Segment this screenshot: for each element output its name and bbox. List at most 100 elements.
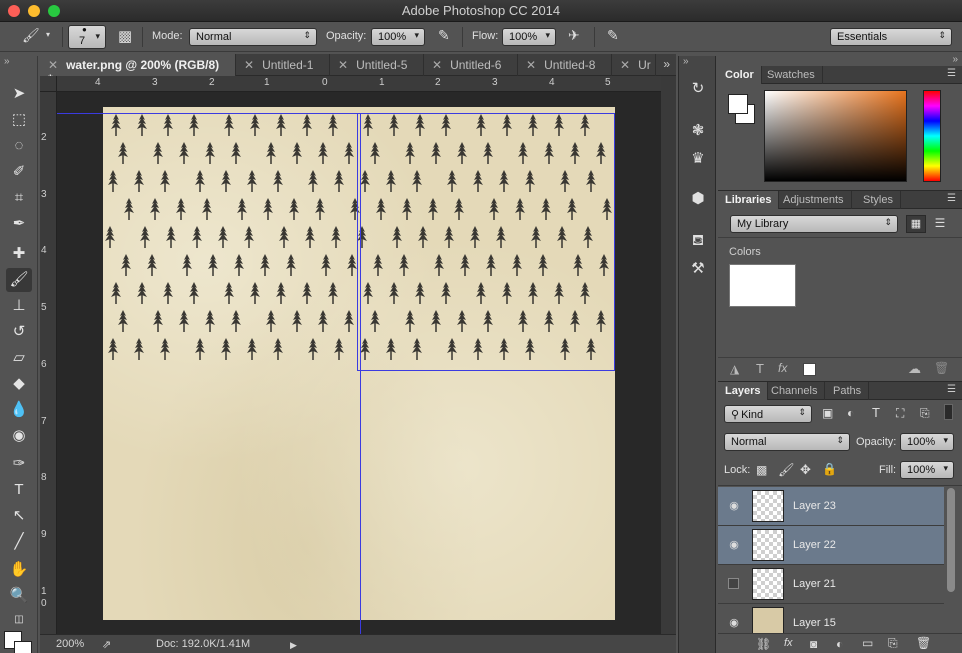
add-mask-icon[interactable]: ◙ (810, 637, 817, 651)
clone-stamp-tool-icon[interactable]: ⊥ (6, 294, 32, 318)
more-tabs-icon[interactable]: » (663, 57, 670, 71)
airbrush-icon[interactable]: ✈ (568, 27, 580, 44)
brush-panel-toggle-icon[interactable]: ▩ (118, 27, 132, 45)
tab-untitled-8[interactable]: ✕ Untitled-8 (518, 54, 612, 76)
pressure-opacity-icon[interactable]: ✎ (438, 27, 450, 44)
tab-layers[interactable]: Layers (718, 382, 769, 400)
healing-brush-tool-icon[interactable]: ✚ (6, 242, 32, 266)
path-selection-tool-icon[interactable]: ↖ (6, 504, 32, 528)
quick-selection-tool-icon[interactable]: ✐ (6, 160, 32, 184)
brush-settings-icon[interactable]: ❃ (687, 120, 709, 142)
move-tool-icon[interactable]: ➤ (6, 82, 32, 106)
brush-tool-preset-icon[interactable]: 🖌 (22, 27, 40, 44)
layer-name[interactable]: Layer 22 (793, 539, 836, 551)
tab-untitled-6[interactable]: ✕ Untitled-6 (424, 54, 518, 76)
tab-water[interactable]: ✕water.png @ 200% (RGB/8) * (40, 54, 236, 86)
tab-channels[interactable]: Channels (764, 382, 826, 400)
tab-untitled-5[interactable]: ✕ Untitled-5 (330, 54, 424, 76)
close-tab-icon[interactable]: ✕ (432, 58, 442, 72)
layer-name[interactable]: Layer 15 (793, 617, 836, 629)
close-tab-icon[interactable]: ✕ (620, 58, 630, 72)
filter-pixel-icon[interactable]: ▣ (822, 406, 833, 420)
filter-smart-object-icon[interactable]: ⎘ (920, 406, 930, 421)
history-icon[interactable]: ↻ (687, 78, 709, 100)
layer-row-layer-21[interactable]: Layer 21 (718, 565, 944, 604)
adjustment-layer-icon[interactable]: ◐ (836, 637, 843, 651)
trash-icon[interactable]: 🗑 (934, 361, 949, 375)
hand-tool-icon[interactable]: ✋ (6, 558, 32, 582)
clone-source-icon[interactable]: ⛾ (687, 230, 709, 252)
status-menu-icon[interactable]: ▶ (290, 640, 297, 651)
library-color-swatch[interactable] (729, 264, 796, 307)
pressure-size-icon[interactable]: ✎ (607, 27, 619, 44)
fill-input[interactable]: 100% ▾ (900, 461, 954, 479)
eraser-tool-icon[interactable]: ▱ (6, 346, 32, 370)
tab-swatches[interactable]: Swatches (760, 66, 823, 84)
layer-row-layer-23[interactable]: ◉ Layer 23 (718, 487, 944, 526)
blur-tool-icon[interactable]: 💧 (6, 398, 32, 422)
lasso-tool-icon[interactable]: ◌ (6, 134, 32, 158)
zoom-tool-icon[interactable]: 🔍 (6, 584, 32, 608)
close-tab-icon[interactable]: ✕ (244, 58, 254, 72)
zoom-level[interactable]: 200% (56, 638, 84, 650)
lock-transparent-icon[interactable]: ▩ (756, 463, 767, 477)
opacity-input[interactable]: 100% ▾ (371, 28, 425, 46)
new-group-icon[interactable]: ▭ (862, 636, 873, 650)
delete-layer-icon[interactable]: 🗑 (916, 636, 931, 650)
layer-style-icon[interactable]: fx (784, 637, 793, 649)
close-tab-icon[interactable]: ✕ (48, 58, 58, 72)
type-tool-icon[interactable]: T (6, 478, 32, 502)
3d-icon[interactable]: ⬢ (687, 188, 709, 210)
blend-mode-select[interactable]: Normal ⇕ (724, 433, 850, 451)
color-field[interactable] (764, 90, 907, 182)
color-fg-swatch[interactable] (728, 94, 748, 114)
horizontal-ruler[interactable]: 4 3 2 1 0 1 2 3 4 5 (57, 76, 661, 92)
add-style-icon[interactable]: fx (778, 361, 787, 375)
visibility-eye-icon[interactable]: ◉ (727, 616, 741, 630)
link-layers-icon[interactable]: ⛓ (756, 637, 771, 651)
dodge-tool-icon[interactable]: ◉ (6, 424, 32, 448)
flow-input[interactable]: 100% ▾ (502, 28, 556, 46)
tab-paths[interactable]: Paths (826, 382, 870, 400)
tab-styles[interactable]: Styles (856, 191, 901, 209)
layers-scrollbar[interactable] (947, 488, 955, 592)
marquee-tool-icon[interactable]: ⬚ (6, 108, 32, 132)
tab-untitled-1[interactable]: ✕ Untitled-1 (236, 54, 330, 76)
list-view-icon[interactable]: ☰ (930, 215, 950, 233)
pen-tool-icon[interactable]: ✑ (6, 452, 32, 476)
grid-view-icon[interactable]: ▦ (906, 215, 926, 233)
hue-slider[interactable] (923, 90, 941, 182)
collapse-toolbar-icon[interactable]: » (4, 56, 10, 67)
eyedropper-tool-icon[interactable]: ✒ (6, 212, 32, 236)
paint-bucket-tool-icon[interactable]: ◆ (6, 372, 32, 396)
library-select[interactable]: My Library ⇕ (730, 215, 898, 233)
line-tool-icon[interactable]: ╱ (6, 530, 32, 554)
filter-shape-icon[interactable]: ⛶ (896, 406, 904, 421)
history-brush-tool-icon[interactable]: ↺ (6, 320, 32, 344)
brush-presets-icon[interactable]: ♛ (687, 148, 709, 170)
filter-adjustment-icon[interactable]: ◐ (847, 406, 854, 420)
visibility-eye-icon[interactable]: ◉ (727, 538, 741, 552)
close-tab-icon[interactable]: ✕ (526, 58, 536, 72)
layer-filter-select[interactable]: ⚲ Kind ⇕ (724, 405, 812, 423)
transform-bounding-box[interactable] (357, 113, 615, 371)
add-text-icon[interactable]: T (756, 361, 764, 376)
new-layer-icon[interactable]: ⎘ (888, 636, 898, 651)
layer-row-layer-22[interactable]: ◉ Layer 22 (718, 526, 944, 565)
visibility-toggle-off[interactable] (728, 578, 739, 589)
collapse-strip-icon[interactable]: » (683, 56, 689, 67)
collapse-panels-icon[interactable]: » (952, 54, 958, 65)
tab-overflow[interactable]: ✕ Ur (612, 54, 656, 76)
chevron-down-icon[interactable]: ▾ (46, 30, 50, 39)
mode-select[interactable]: Normal ⇕ (189, 28, 317, 46)
crop-tool-icon[interactable]: ⌗ (6, 186, 32, 210)
close-tab-icon[interactable]: ✕ (338, 58, 348, 72)
layer-name[interactable]: Layer 21 (793, 578, 836, 590)
lock-all-icon[interactable]: 🔒 (822, 462, 837, 476)
ruler-origin[interactable] (40, 76, 57, 92)
vertical-ruler[interactable]: 2 3 4 5 6 7 8 9 1 0 (40, 92, 57, 634)
workspace-select[interactable]: Essentials ⇕ (830, 28, 952, 46)
share-icon[interactable]: ⇗ (102, 638, 111, 651)
add-color-icon[interactable] (803, 363, 816, 376)
vertical-scrollbar[interactable] (661, 76, 676, 634)
